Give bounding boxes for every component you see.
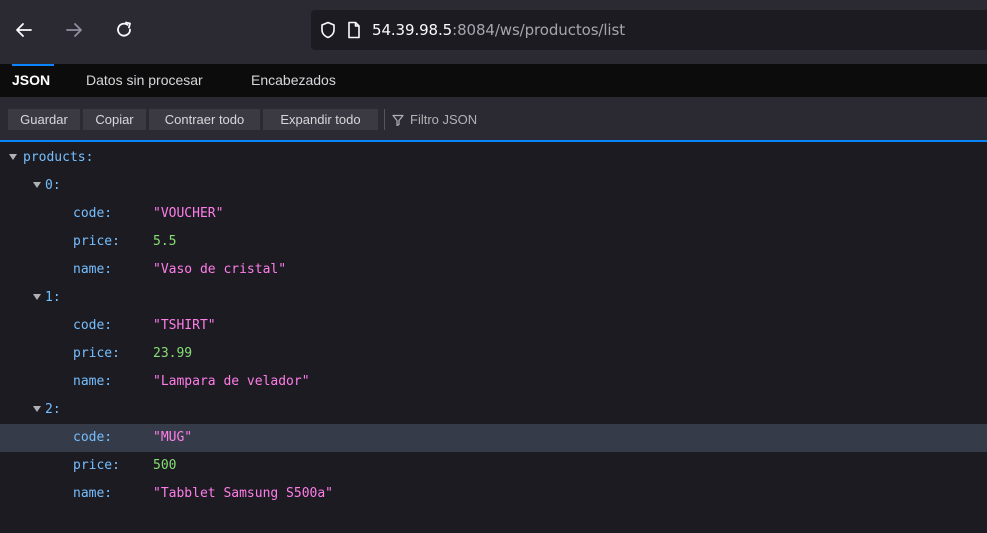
- table-row[interactable]: name: "Vaso de cristal": [0, 256, 987, 284]
- page-icon: [348, 21, 360, 39]
- save-button[interactable]: Guardar: [8, 109, 80, 130]
- tab-raw-data[interactable]: Datos sin procesar: [86, 64, 203, 97]
- json-key: 2:: [45, 402, 61, 417]
- url-bar[interactable]: 54.39.98.5:8084/ws/productos/list: [311, 10, 987, 50]
- json-key: code:: [73, 206, 113, 221]
- tree-row-index-2[interactable]: 2:: [0, 396, 987, 424]
- tab-json[interactable]: JSON: [12, 64, 55, 97]
- json-value: "Tabblet Samsung S500a": [153, 486, 334, 501]
- url-text[interactable]: 54.39.98.5:8084/ws/productos/list: [372, 20, 625, 40]
- json-key: 1:: [45, 290, 61, 305]
- json-value: 23.99: [153, 346, 193, 361]
- table-row[interactable]: price: 23.99: [0, 340, 987, 368]
- table-row[interactable]: code: "TSHIRT": [0, 312, 987, 340]
- tree-row-index-1[interactable]: 1:: [0, 284, 987, 312]
- json-value: "TSHIRT": [153, 318, 216, 333]
- forward-arrow-icon: [66, 23, 82, 37]
- json-value: "Vaso de cristal": [153, 262, 287, 277]
- url-path: :8084/ws/productos/list: [452, 21, 625, 39]
- copy-button[interactable]: Copiar: [83, 109, 146, 130]
- expand-toggle-icon[interactable]: [33, 294, 41, 300]
- expand-toggle-icon[interactable]: [33, 182, 41, 188]
- json-key: code:: [73, 318, 113, 333]
- filter-json-label: Filtro JSON: [410, 112, 478, 127]
- expand-toggle-icon[interactable]: [33, 406, 41, 412]
- json-value: "Lampara de velador": [153, 374, 310, 389]
- reload-button[interactable]: [108, 14, 140, 46]
- back-button[interactable]: [8, 14, 40, 46]
- json-value: "VOUCHER": [153, 206, 224, 221]
- shield-icon: [321, 21, 335, 39]
- table-row[interactable]: price: 500: [0, 452, 987, 480]
- json-value: 5.5: [153, 234, 177, 249]
- json-actions-toolbar: Guardar Copiar Contraer todo Expandir to…: [0, 97, 987, 142]
- tree-row-index-0[interactable]: 0:: [0, 172, 987, 200]
- json-key: price:: [73, 346, 120, 361]
- json-key: 0:: [45, 178, 61, 193]
- table-row[interactable]: code: "VOUCHER": [0, 200, 987, 228]
- expand-all-button[interactable]: Expandir todo: [263, 109, 378, 130]
- json-key: code:: [73, 430, 113, 445]
- json-key: products:: [23, 150, 94, 165]
- collapse-all-button[interactable]: Contraer todo: [149, 109, 260, 130]
- json-key: name:: [73, 262, 113, 277]
- tree-row-products[interactable]: products:: [0, 144, 987, 172]
- tab-headers[interactable]: Encabezados: [251, 64, 336, 97]
- json-key: price:: [73, 458, 120, 473]
- json-key: name:: [73, 374, 113, 389]
- filter-json-input[interactable]: Filtro JSON: [392, 109, 477, 130]
- expand-toggle-icon[interactable]: [9, 154, 17, 160]
- tracking-protection-button[interactable]: [319, 21, 337, 43]
- table-row[interactable]: name: "Tabblet Samsung S500a": [0, 480, 987, 508]
- reload-icon: [117, 21, 131, 37]
- browser-toolbar: 54.39.98.5:8084/ws/productos/list: [0, 0, 987, 64]
- json-key: name:: [73, 486, 113, 501]
- url-host: 54.39.98.5: [372, 21, 453, 39]
- json-key: price:: [73, 234, 120, 249]
- site-info-button[interactable]: [345, 21, 363, 43]
- toolbar-divider: [384, 109, 385, 130]
- json-tree: products: 0: code: "VOUCHER" price: 5.5 …: [0, 144, 987, 533]
- back-arrow-icon: [16, 23, 32, 37]
- filter-icon: [392, 114, 404, 126]
- json-value: "MUG": [153, 430, 193, 445]
- forward-button[interactable]: [58, 14, 90, 46]
- table-row[interactable]: price: 5.5: [0, 228, 987, 256]
- table-row[interactable]: name: "Lampara de velador": [0, 368, 987, 396]
- viewer-tabs: JSON Datos sin procesar Encabezados: [0, 64, 987, 97]
- json-value: 500: [153, 458, 177, 473]
- table-row-selected[interactable]: code: "MUG": [0, 424, 987, 452]
